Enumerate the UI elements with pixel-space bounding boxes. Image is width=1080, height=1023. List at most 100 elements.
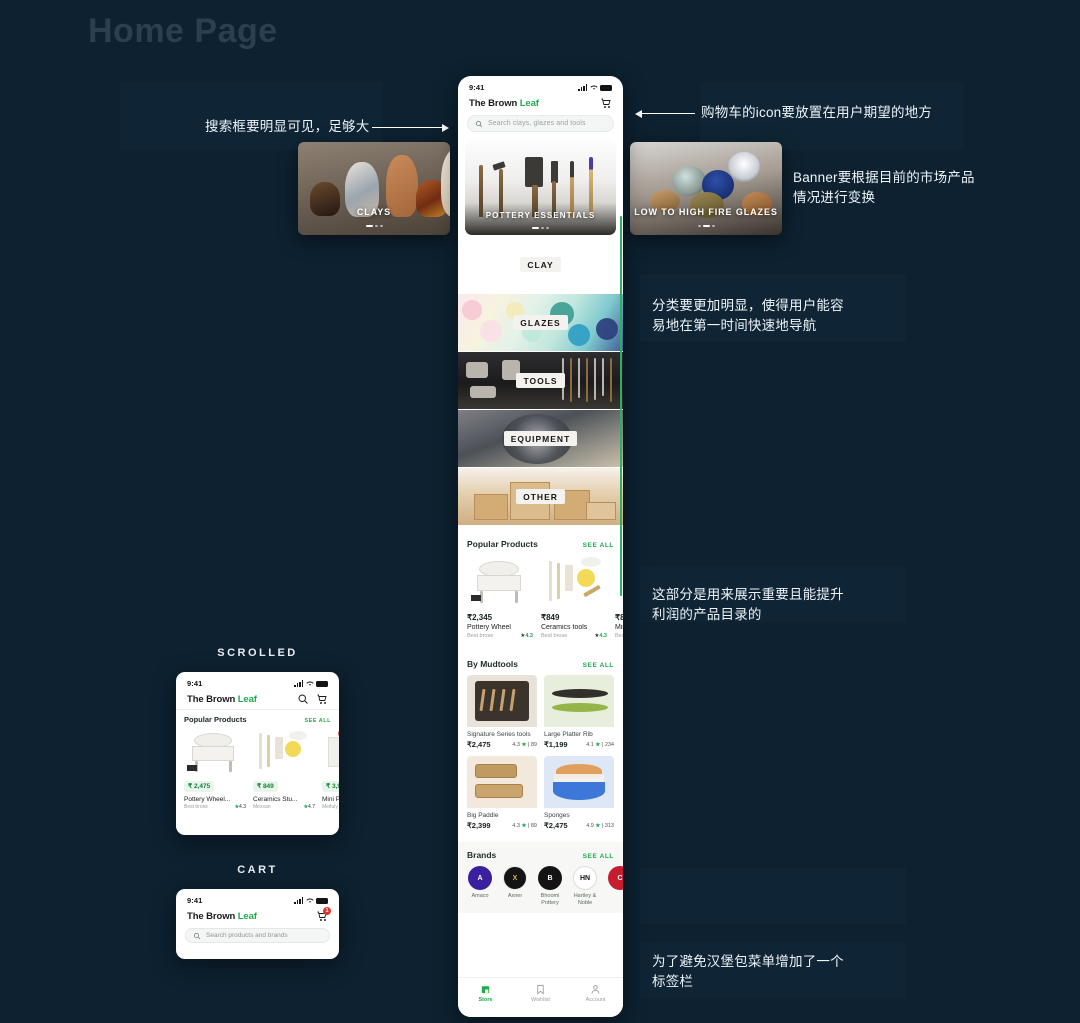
tool-line bbox=[267, 735, 270, 767]
app-header: The Brown Leaf 1 bbox=[176, 907, 339, 924]
category-equipment[interactable]: EQUIPMENT bbox=[458, 410, 623, 467]
box-shape bbox=[474, 494, 508, 520]
tool-line bbox=[578, 358, 580, 398]
product-card[interactable]: ₹ 849 Ceramics Stu... Mexxan ★4.7 bbox=[253, 729, 315, 810]
nav-item-wishlist[interactable]: Wishlist bbox=[513, 984, 568, 1003]
brand-item[interactable]: A Amaco bbox=[467, 866, 493, 907]
rating-value: 4.7 bbox=[308, 804, 315, 810]
brand-text-primary: The Brown bbox=[187, 910, 238, 922]
tool-line bbox=[466, 362, 488, 378]
search-placeholder: Search clays, glazes and tools bbox=[488, 120, 586, 127]
carousel-dots[interactable] bbox=[298, 224, 450, 227]
app-brand: The Brown Leaf bbox=[469, 98, 539, 109]
product-brand: Best brose bbox=[467, 633, 494, 639]
cart-button[interactable]: 1 bbox=[316, 907, 331, 922]
brand-text-accent: Leaf bbox=[519, 97, 539, 109]
header-icons: 1 bbox=[316, 907, 331, 922]
phone-scroll-area[interactable]: 9:41 The Brown Leaf Search clays, glazes… bbox=[458, 76, 623, 977]
arrow-search-line bbox=[372, 127, 444, 128]
product-brand: Best brose bbox=[541, 633, 568, 639]
side-banner-label: LOW TO HIGH FIRE GLAZES bbox=[634, 207, 778, 217]
paddle-shape bbox=[475, 784, 523, 798]
brand-initial: HN bbox=[579, 874, 591, 882]
tool-line bbox=[275, 737, 283, 759]
brand-initial: X bbox=[512, 874, 518, 882]
annotation-panel-search bbox=[120, 82, 382, 150]
search-icon bbox=[193, 932, 201, 939]
brand-item[interactable]: HN Hartley & Noble bbox=[572, 866, 598, 907]
product-card[interactable]: Large Platter Rib ₹1,199 4.1 ★ | 234 bbox=[544, 675, 614, 749]
cart-icon[interactable] bbox=[316, 693, 328, 705]
product-price: ₹849 bbox=[615, 613, 623, 622]
sponge-shape bbox=[553, 782, 605, 800]
category-clay[interactable]: CLAY bbox=[458, 236, 623, 293]
search-placeholder: Search products and brands bbox=[206, 932, 288, 939]
product-card[interactable]: Signature Series tools ₹2,475 4.3 ★ | 89 bbox=[467, 675, 537, 749]
wifi-icon bbox=[590, 85, 597, 90]
brand-item[interactable]: B Bhoomi Pottery bbox=[537, 866, 563, 907]
product-name: Large Platter Rib bbox=[544, 731, 593, 738]
product-card[interactable]: Big Paddle ₹2,399 4.3 ★ | 89 bbox=[467, 756, 537, 830]
wheel-body bbox=[477, 575, 521, 591]
tool-shape bbox=[570, 161, 574, 217]
product-meta: Best brose ★4.3 bbox=[541, 633, 607, 639]
see-all-link[interactable]: SEE ALL bbox=[583, 662, 614, 669]
product-card[interactable]: ₹ 3,99.9 Mini Pott Meifuly bbox=[322, 729, 339, 810]
sponge-circle bbox=[577, 569, 595, 587]
product-rail[interactable]: ₹2,345 Pottery Wheel Best brose ★4.3 ₹84… bbox=[467, 555, 623, 639]
see-all-link[interactable]: SEE ALL bbox=[304, 718, 331, 724]
brand-rail[interactable]: A Amaco X Axner B Bhoomi Pottery HN Hart… bbox=[467, 866, 623, 907]
product-rail[interactable]: ₹ 2,475 Pottery Wheel... Best brose ★4.3 bbox=[184, 729, 339, 810]
signal-icon bbox=[294, 680, 303, 687]
carousel-dots[interactable] bbox=[465, 226, 616, 229]
tool-shape bbox=[551, 161, 558, 183]
tool-line bbox=[594, 358, 596, 400]
product-card[interactable]: ₹849 Ceramics tools Best brose ★4.3 bbox=[541, 555, 607, 639]
nav-item-store[interactable]: Store bbox=[458, 984, 513, 1003]
app-header: The Brown Leaf bbox=[176, 691, 339, 709]
side-banner-glazes[interactable]: LOW TO HIGH FIRE GLAZES bbox=[630, 142, 782, 235]
status-bar: 9:41 bbox=[458, 76, 623, 95]
product-rating: ★4.7 bbox=[303, 804, 315, 810]
product-rating: 4.3 ★ | 89 bbox=[512, 741, 537, 748]
header-icons bbox=[600, 97, 612, 109]
rating-value: 4.3 bbox=[239, 804, 246, 810]
hero-banner[interactable]: POTTERY ESSENTIALS bbox=[465, 139, 616, 235]
nav-item-account[interactable]: Account bbox=[568, 984, 623, 1003]
scrollbar-indicator[interactable] bbox=[620, 216, 622, 596]
product-card[interactable]: Sponges ₹2,475 4.9 ★ | 313 bbox=[544, 756, 614, 830]
brand-text-accent: Leaf bbox=[237, 693, 257, 705]
search-input[interactable]: Search products and brands bbox=[185, 928, 330, 943]
product-card[interactable]: ₹849 Mini Pott Best br ★4.4 bbox=[615, 555, 623, 639]
brand-item[interactable]: C bbox=[607, 866, 623, 907]
product-rating: ★4.3 bbox=[520, 633, 533, 639]
annotation-products-text: 这部分是用来展示重要且能提升 利润的产品目录的 bbox=[652, 587, 844, 622]
search-icon[interactable] bbox=[297, 693, 309, 705]
category-tools[interactable]: TOOLS bbox=[458, 352, 623, 409]
rating-value: 4.9 bbox=[586, 822, 594, 829]
tool-line bbox=[470, 386, 496, 398]
brand-name: Hartley & Noble bbox=[573, 893, 597, 906]
mudtools-section: By Mudtools SEE ALL Signature Series too… bbox=[458, 651, 623, 836]
see-all-link[interactable]: SEE ALL bbox=[583, 542, 614, 549]
product-image bbox=[467, 555, 533, 607]
bowl-shape bbox=[728, 152, 760, 182]
brand-item[interactable]: X Axner bbox=[502, 866, 528, 907]
cart-icon[interactable] bbox=[600, 97, 612, 109]
search-input[interactable]: Search clays, glazes and tools bbox=[467, 115, 614, 132]
brand-text-primary: The Brown bbox=[469, 97, 520, 109]
carousel-dots[interactable] bbox=[630, 224, 782, 227]
app-header: The Brown Leaf bbox=[458, 95, 623, 115]
tool-shape bbox=[589, 157, 593, 217]
brand-avatar: A bbox=[468, 866, 492, 890]
store-icon bbox=[481, 986, 490, 994]
product-name: Ceramics tools bbox=[541, 624, 588, 631]
side-banner-clays[interactable]: CLAYS bbox=[298, 142, 450, 235]
page-title: Home Page bbox=[88, 12, 278, 50]
category-other[interactable]: OTHER bbox=[458, 468, 623, 525]
kiln-body bbox=[328, 737, 339, 767]
category-glazes[interactable]: GLAZES bbox=[458, 294, 623, 351]
product-card[interactable]: ₹2,345 Pottery Wheel Best brose ★4.3 bbox=[467, 555, 533, 639]
see-all-link[interactable]: SEE ALL bbox=[583, 853, 614, 860]
product-card[interactable]: ₹ 2,475 Pottery Wheel... Best brose ★4.3 bbox=[184, 729, 246, 810]
